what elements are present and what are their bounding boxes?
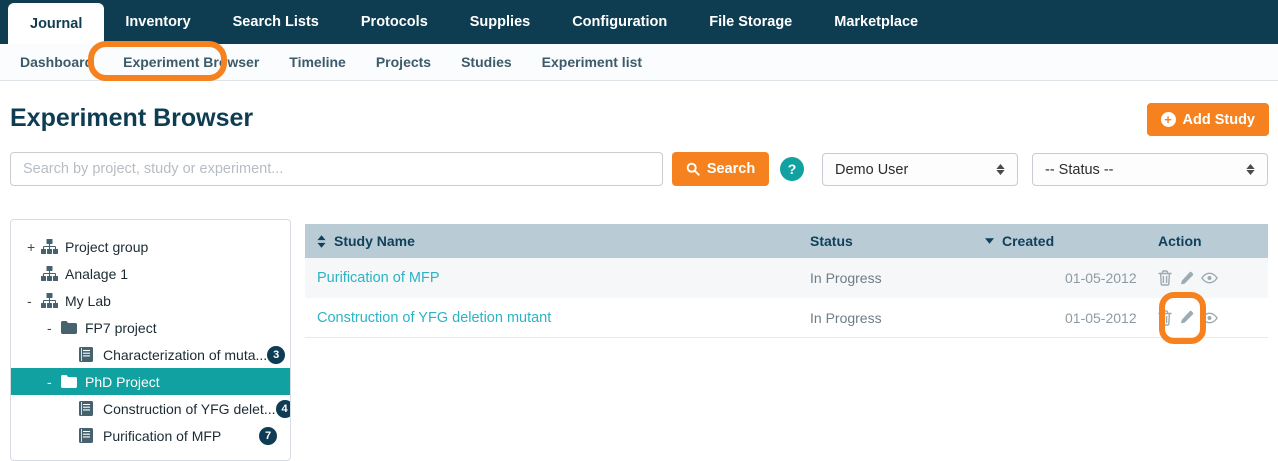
- sub-nav: Dashboard Experiment Browser Timeline Pr…: [0, 44, 1278, 81]
- page-title: Experiment Browser: [10, 104, 253, 133]
- tab-marketplace[interactable]: Marketplace: [813, 0, 939, 44]
- tree-item-label: Characterization of muta...: [103, 347, 267, 363]
- status-cell: In Progress: [810, 270, 985, 286]
- table-row: Construction of YFG deletion mutant In P…: [305, 298, 1268, 338]
- tab-configuration[interactable]: Configuration: [551, 0, 688, 44]
- tree-item-construction[interactable]: Construction of YFG delet... 4: [11, 395, 290, 422]
- header-status[interactable]: Status: [810, 233, 985, 249]
- tab-protocols[interactable]: Protocols: [340, 0, 449, 44]
- status-filter-value: -- Status --: [1045, 162, 1113, 178]
- tab-supplies[interactable]: Supplies: [449, 0, 551, 44]
- table-row: Purification of MFP In Progress 01-05-20…: [305, 258, 1268, 298]
- tree-item-phd-project[interactable]: - PhD Project: [11, 368, 290, 395]
- status-cell: In Progress: [810, 310, 985, 326]
- sitemap-icon: [41, 239, 59, 254]
- tab-file-storage[interactable]: File Storage: [688, 0, 813, 44]
- tree-expander[interactable]: -: [47, 374, 61, 390]
- add-study-button[interactable]: + Add Study: [1147, 103, 1270, 136]
- top-nav: Journal Inventory Search Lists Protocols…: [0, 0, 1278, 44]
- sort-desc-icon[interactable]: [985, 238, 994, 244]
- created-cell: 01-05-2012: [985, 270, 1158, 286]
- created-cell: 01-05-2012: [985, 310, 1158, 326]
- tree-item-characterization[interactable]: Characterization of muta... 3: [11, 341, 290, 368]
- header-label: Action: [1158, 233, 1202, 249]
- subnav-dashboard[interactable]: Dashboard: [5, 54, 108, 70]
- edit-icon[interactable]: [1179, 271, 1194, 286]
- view-icon[interactable]: [1201, 272, 1218, 284]
- delete-icon[interactable]: [1158, 310, 1172, 326]
- journal-icon: [79, 347, 97, 362]
- sitemap-icon: [41, 266, 59, 281]
- tab-search-lists[interactable]: Search Lists: [212, 0, 340, 44]
- tab-journal[interactable]: Journal: [8, 3, 104, 44]
- header-label: Created: [1002, 233, 1054, 249]
- count-badge: 3: [267, 346, 285, 364]
- tree-expander[interactable]: -: [47, 320, 61, 336]
- tree-item-my-lab[interactable]: - My Lab: [11, 287, 290, 314]
- search-button[interactable]: Search: [672, 152, 769, 186]
- tree-item-purification[interactable]: Purification of MFP 7: [11, 422, 290, 449]
- select-arrows-icon: [996, 164, 1005, 175]
- subnav-studies[interactable]: Studies: [446, 54, 527, 70]
- view-icon[interactable]: [1201, 312, 1218, 324]
- count-badge: 4: [276, 400, 292, 418]
- help-label: ?: [788, 161, 797, 177]
- subnav-timeline[interactable]: Timeline: [274, 54, 361, 70]
- folder-icon: [61, 321, 79, 334]
- user-filter-value: Demo User: [835, 162, 908, 178]
- header-study-name[interactable]: Study Name: [305, 233, 810, 249]
- tree-item-label: FP7 project: [85, 320, 157, 336]
- select-arrows-icon: [1246, 164, 1255, 175]
- tree-item-label: Analage 1: [65, 266, 128, 282]
- tree-item-label: Construction of YFG delet...: [103, 401, 276, 417]
- project-tree-panel: + Project group Analage 1 - My Lab - FP7…: [10, 219, 291, 461]
- tree-expander[interactable]: -: [27, 293, 41, 309]
- tree-item-fp7-project[interactable]: - FP7 project: [11, 314, 290, 341]
- study-name-link[interactable]: Construction of YFG deletion mutant: [317, 310, 551, 326]
- study-name-link[interactable]: Purification of MFP: [317, 270, 440, 286]
- tree-item-label: My Lab: [65, 293, 111, 309]
- count-badge: 7: [259, 427, 277, 445]
- header-label: Status: [810, 233, 853, 249]
- table-header-row: Study Name Status Created Action: [305, 224, 1268, 258]
- subnav-experiment-list[interactable]: Experiment list: [527, 54, 657, 70]
- header-action: Action: [1158, 233, 1268, 249]
- search-input[interactable]: [10, 152, 663, 186]
- tab-inventory[interactable]: Inventory: [104, 0, 211, 44]
- study-table: Study Name Status Created Action Purific…: [305, 224, 1268, 338]
- sitemap-icon: [41, 293, 59, 308]
- sort-updown-icon[interactable]: [317, 235, 326, 248]
- tree-item-label: PhD Project: [85, 374, 160, 390]
- tree-item-project-group[interactable]: + Project group: [11, 233, 290, 260]
- search-icon: [686, 162, 700, 176]
- status-filter-select[interactable]: -- Status --: [1032, 153, 1268, 186]
- subnav-projects[interactable]: Projects: [361, 54, 446, 70]
- tree-item-analage-1[interactable]: Analage 1: [11, 260, 290, 287]
- plus-circle-icon: +: [1161, 112, 1176, 127]
- delete-icon[interactable]: [1158, 270, 1172, 286]
- tree-item-label: Project group: [65, 239, 148, 255]
- journal-icon: [79, 401, 97, 416]
- subnav-experiment-browser[interactable]: Experiment Browser: [108, 54, 274, 70]
- add-study-label: Add Study: [1183, 112, 1256, 128]
- header-created[interactable]: Created: [985, 233, 1158, 249]
- tree-expander[interactable]: +: [27, 239, 41, 255]
- user-filter-select[interactable]: Demo User: [822, 153, 1018, 186]
- header-label: Study Name: [334, 233, 415, 249]
- help-icon[interactable]: ?: [780, 157, 804, 181]
- edit-icon[interactable]: [1179, 310, 1194, 325]
- folder-icon: [61, 375, 79, 388]
- journal-icon: [79, 428, 97, 443]
- search-button-label: Search: [707, 161, 755, 177]
- tree-item-label: Purification of MFP: [103, 428, 221, 444]
